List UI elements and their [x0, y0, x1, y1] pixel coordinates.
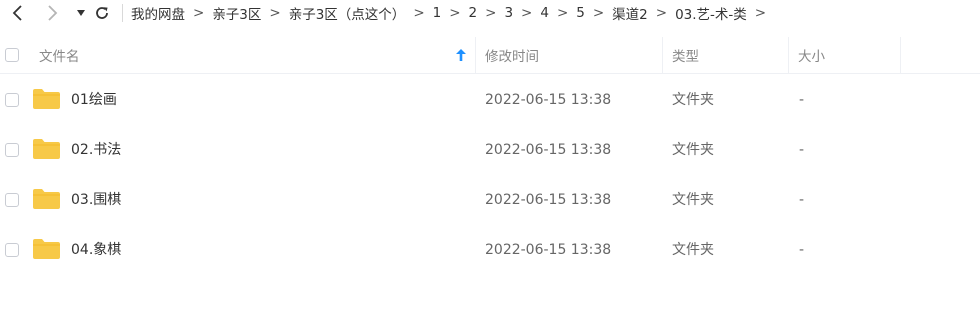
file-row[interactable]: 02.书法 2022-06-15 13:38 文件夹 - [0, 125, 980, 175]
column-divider[interactable] [475, 37, 476, 73]
row-checkbox[interactable] [5, 193, 19, 207]
select-all-checkbox[interactable] [5, 48, 19, 62]
breadcrumb-item[interactable]: 亲子3区（点这个） [289, 3, 406, 23]
breadcrumb-chevron-icon: > [754, 5, 767, 21]
row-checkbox[interactable] [5, 93, 19, 107]
file-modified: 2022-06-15 13:38 [485, 142, 612, 158]
breadcrumb-item[interactable]: 我的网盘 [131, 3, 185, 23]
column-header-modified[interactable]: 修改时间 [485, 45, 539, 65]
row-checkbox[interactable] [5, 243, 19, 257]
breadcrumb-item[interactable]: 渠道2 [612, 3, 648, 23]
file-type: 文件夹 [672, 242, 714, 258]
breadcrumb-item[interactable]: 5 [576, 5, 585, 21]
file-name[interactable]: 01绘画 [71, 93, 117, 107]
file-row[interactable]: 04.象棋 2022-06-15 13:38 文件夹 - [0, 225, 980, 275]
sort-up-icon[interactable] [456, 49, 466, 61]
breadcrumb-chevron-icon: > [449, 5, 461, 21]
file-size: - [799, 142, 805, 158]
breadcrumb-chevron-icon: > [269, 5, 281, 21]
breadcrumb-chevron-icon: > [521, 5, 533, 21]
dropdown-icon [77, 10, 85, 16]
breadcrumb-chevron-icon: > [592, 5, 605, 21]
column-header-type[interactable]: 类型 [672, 45, 699, 65]
forward-icon [48, 5, 58, 21]
history-dropdown-button[interactable] [72, 1, 90, 25]
folder-icon [33, 189, 60, 209]
folder-icon [33, 89, 60, 109]
column-divider[interactable] [788, 37, 789, 73]
folder-icon [33, 139, 60, 159]
breadcrumb-item[interactable]: 2 [469, 5, 478, 21]
file-row[interactable]: 01绘画 2022-06-15 13:38 文件夹 - [0, 75, 980, 125]
toolbar-divider [122, 4, 123, 22]
file-size: - [799, 192, 805, 208]
folder-icon [33, 239, 60, 259]
file-name[interactable]: 02.书法 [71, 143, 121, 157]
breadcrumb-item[interactable]: 4 [540, 5, 549, 21]
breadcrumb-chevron-icon: > [655, 5, 668, 21]
file-type: 文件夹 [672, 92, 714, 108]
breadcrumb-chevron-icon: > [193, 5, 205, 21]
file-type: 文件夹 [672, 192, 714, 208]
column-divider[interactable] [662, 37, 663, 73]
column-header-name[interactable]: 文件名 [39, 45, 80, 65]
breadcrumb-item[interactable]: 亲子3区 [212, 3, 261, 23]
breadcrumb-chevron-icon: > [485, 5, 497, 21]
file-type: 文件夹 [672, 142, 714, 158]
column-header-size[interactable]: 大小 [798, 45, 825, 65]
row-checkbox[interactable] [5, 143, 19, 157]
file-modified: 2022-06-15 13:38 [485, 242, 612, 258]
file-name[interactable]: 04.象棋 [71, 243, 121, 257]
file-size: - [799, 242, 805, 258]
file-modified: 2022-06-15 13:38 [485, 192, 612, 208]
file-name[interactable]: 03.围棋 [71, 193, 121, 207]
toolbar: 我的网盘 > 亲子3区 > 亲子3区（点这个） > 1 > 2 > 3 > 4 … [0, 0, 980, 26]
breadcrumb-chevron-icon: > [556, 5, 569, 21]
back-icon [12, 5, 22, 21]
breadcrumb: 我的网盘 > 亲子3区 > 亲子3区（点这个） > 1 > 2 > 3 > 4 … [131, 3, 774, 23]
breadcrumb-item[interactable]: 1 [433, 5, 442, 21]
breadcrumb-item-current: 03.艺-术-类 [675, 7, 747, 23]
refresh-button[interactable] [92, 1, 112, 25]
breadcrumb-chevron-icon: > [413, 5, 425, 21]
refresh-icon [96, 7, 108, 19]
back-button[interactable] [4, 1, 32, 25]
file-list-header: 文件名 修改时间 类型 大小 [0, 37, 980, 74]
file-size: - [799, 92, 805, 108]
forward-button[interactable] [38, 1, 66, 25]
column-divider[interactable] [900, 37, 901, 73]
file-row[interactable]: 03.围棋 2022-06-15 13:38 文件夹 - [0, 175, 980, 225]
breadcrumb-item[interactable]: 3 [504, 5, 513, 21]
file-modified: 2022-06-15 13:38 [485, 92, 612, 108]
